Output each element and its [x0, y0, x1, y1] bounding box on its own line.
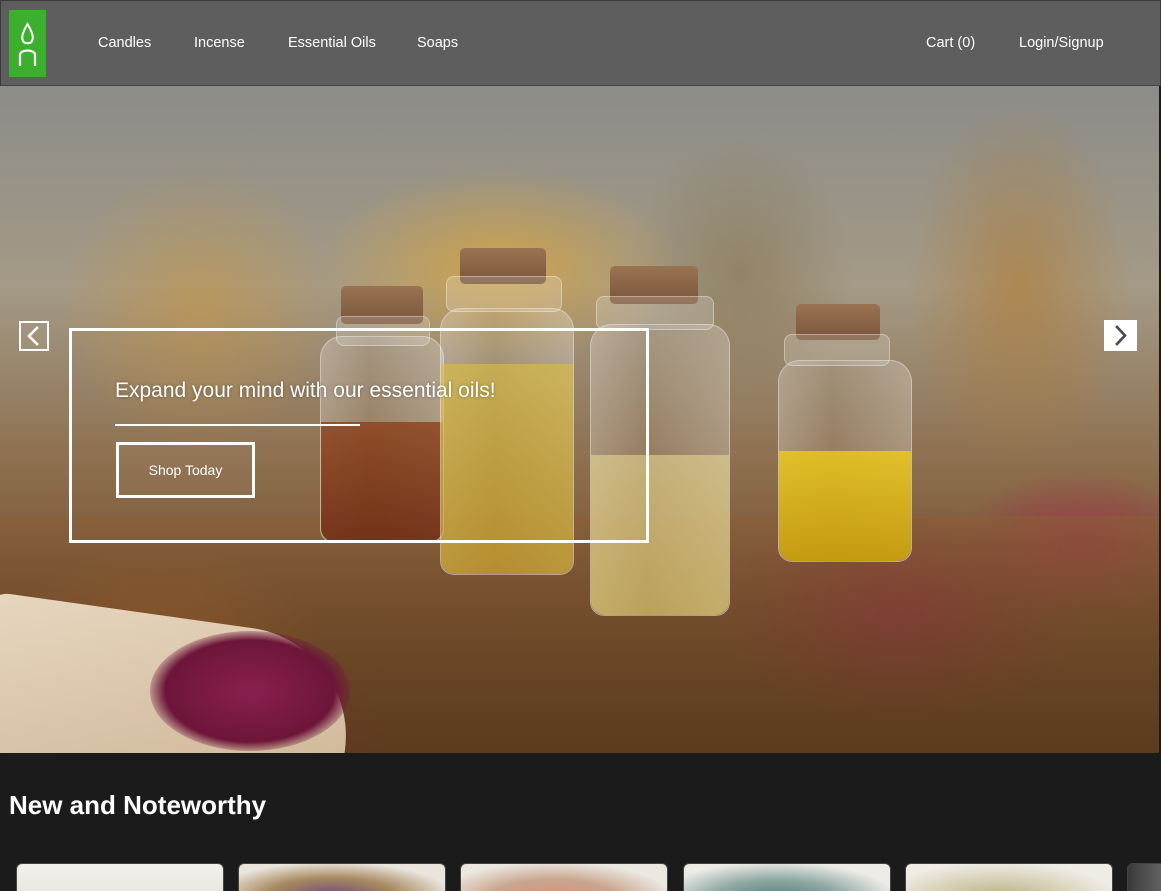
product-card[interactable]: [460, 863, 668, 891]
product-card[interactable]: [905, 863, 1113, 891]
shop-today-button[interactable]: Shop Today: [116, 442, 255, 498]
product-thumbnail: [461, 864, 667, 891]
section-title: New and Noteworthy: [9, 790, 267, 820]
chevron-right-icon: [1115, 325, 1127, 346]
page: Candles Incense Essential Oils Soaps Car…: [0, 0, 1161, 891]
nav-link-candles[interactable]: Candles: [98, 34, 151, 52]
hero-promo-box: Expand your mind with our essential oils…: [69, 328, 649, 543]
nav-link-soaps[interactable]: Soaps: [417, 34, 458, 52]
product-card[interactable]: [683, 863, 891, 891]
chevron-left-icon: [27, 326, 39, 346]
product-thumbnail: [17, 864, 223, 891]
product-card[interactable]: [1127, 863, 1161, 891]
product-thumbnail: [684, 864, 890, 891]
logo[interactable]: [9, 10, 46, 77]
carousel-next-button[interactable]: [1104, 320, 1137, 351]
carousel-prev-button[interactable]: [19, 321, 49, 351]
product-thumbnail: [1128, 864, 1161, 891]
cart-link[interactable]: Cart (0): [926, 34, 975, 52]
hero-carousel: Expand your mind with our essential oils…: [0, 86, 1159, 753]
hero-headline: Expand your mind with our essential oils…: [115, 379, 496, 402]
nav-link-incense[interactable]: Incense: [194, 34, 245, 52]
product-card[interactable]: [238, 863, 446, 891]
product-thumbnail: [906, 864, 1112, 891]
top-navbar: Candles Incense Essential Oils Soaps Car…: [0, 0, 1161, 86]
hero-headline-underline: [115, 424, 360, 426]
nav-link-essential-oils[interactable]: Essential Oils: [288, 34, 376, 52]
product-card[interactable]: [16, 863, 224, 891]
login-signup-link[interactable]: Login/Signup: [1019, 34, 1104, 52]
candle-flame-logo-icon: [18, 21, 37, 66]
product-thumbnail: [239, 864, 445, 891]
